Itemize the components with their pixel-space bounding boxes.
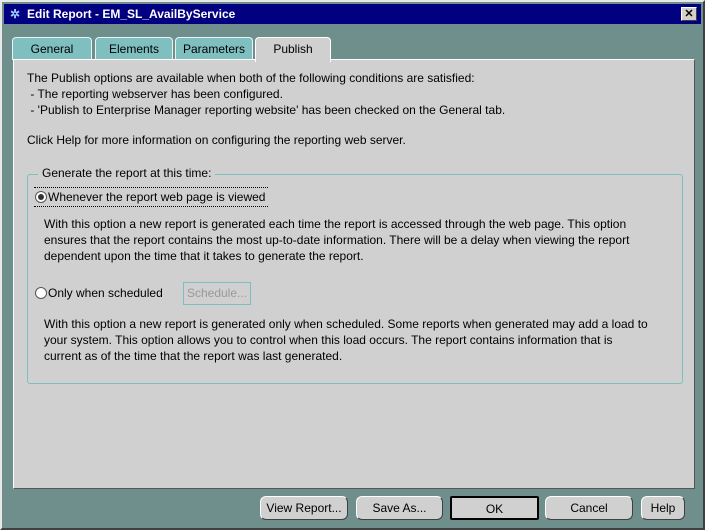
tab-publish[interactable]: Publish — [255, 37, 331, 62]
tab-general[interactable]: General — [12, 37, 92, 60]
schedule-button[interactable]: Schedule... — [183, 282, 251, 305]
window-title: Edit Report - EM_SL_AvailByService — [27, 7, 236, 21]
help-text: Click Help for more information on confi… — [27, 133, 406, 147]
title-bar: ✲ Edit Report - EM_SL_AvailByService ✕ — [4, 4, 701, 24]
tab-parameters[interactable]: Parameters — [175, 37, 253, 60]
option1-desc-line: ensures that the report contains the mos… — [44, 233, 630, 247]
intro-text: The Publish options are available when b… — [27, 71, 475, 85]
radio-button[interactable] — [35, 287, 47, 299]
radio-when-viewed[interactable]: Whenever the report web page is viewed — [34, 187, 268, 207]
publish-panel: The Publish options are available when b… — [13, 59, 695, 489]
option2-desc-line: current as of the time that the report w… — [44, 349, 343, 363]
radio-label: Only when scheduled — [48, 286, 163, 300]
group-legend: Generate the report at this time: — [38, 166, 216, 180]
radio-label: Whenever the report web page is viewed — [48, 190, 266, 204]
option1-desc-line: With this option a new report is generat… — [44, 217, 627, 231]
view-report-button[interactable]: View Report... — [260, 496, 348, 520]
cancel-button[interactable]: Cancel — [545, 496, 633, 520]
close-button[interactable]: ✕ — [681, 7, 697, 21]
generate-group: Generate the report at this time: Whenev… — [27, 166, 683, 384]
dialog-window: ✲ Edit Report - EM_SL_AvailByService ✕ G… — [0, 0, 705, 530]
option2-desc-line: your system. This option allows you to c… — [44, 333, 613, 347]
app-icon: ✲ — [9, 7, 21, 21]
radio-only-scheduled[interactable]: Only when scheduled — [34, 285, 174, 303]
option2-desc-line: With this option a new report is generat… — [44, 317, 648, 331]
radio-button[interactable] — [35, 191, 47, 203]
save-as-button[interactable]: Save As... — [356, 496, 443, 520]
condition-2: - 'Publish to Enterprise Manager reporti… — [27, 103, 506, 117]
condition-1: - The reporting webserver has been confi… — [27, 87, 283, 101]
tab-elements[interactable]: Elements — [95, 37, 173, 60]
ok-button[interactable]: OK — [450, 496, 539, 520]
option1-desc-line: dependent upon the time that it takes to… — [44, 249, 364, 263]
help-button[interactable]: Help — [641, 496, 685, 520]
